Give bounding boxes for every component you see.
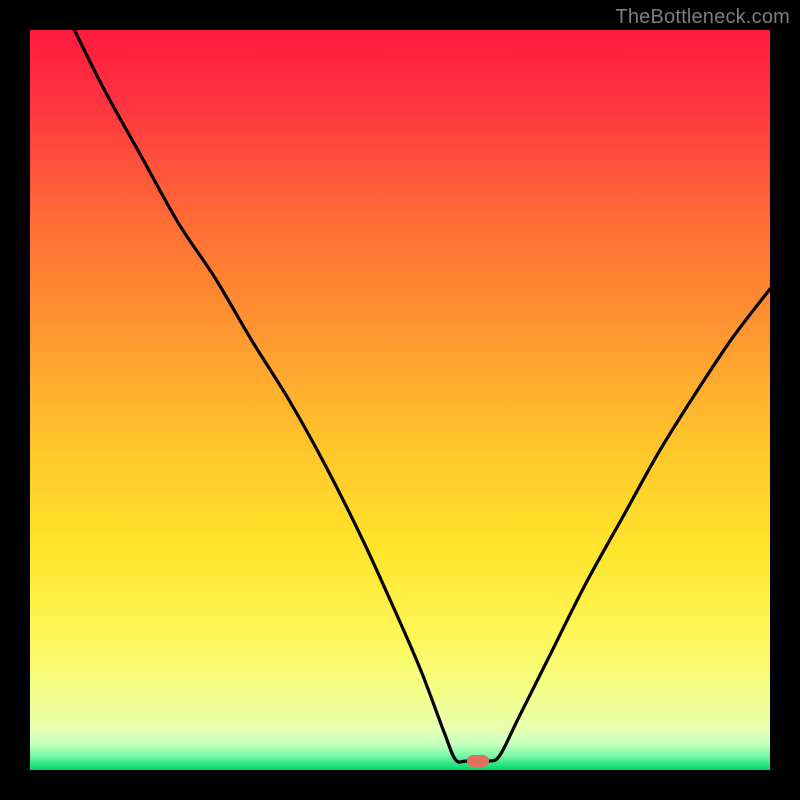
chart-frame: TheBottleneck.com: [0, 0, 800, 800]
watermark-text: TheBottleneck.com: [615, 6, 790, 29]
bottleneck-curve: [74, 30, 770, 762]
optimal-marker: [467, 755, 489, 767]
plot-area: [30, 30, 770, 770]
curve-layer: [30, 30, 770, 770]
